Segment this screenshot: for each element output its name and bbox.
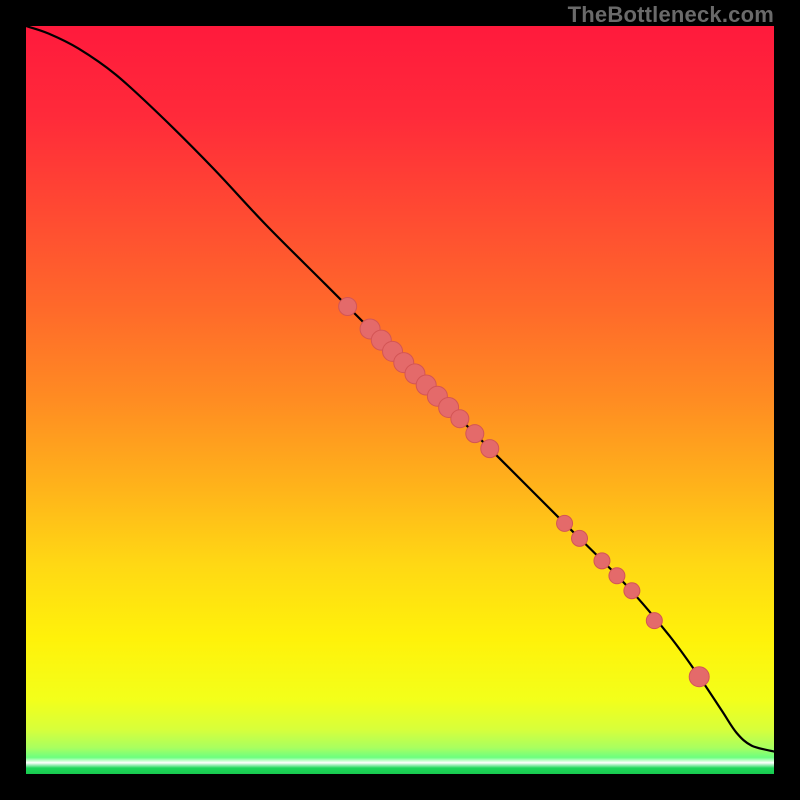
plot-svg bbox=[26, 26, 774, 774]
data-point bbox=[451, 410, 469, 428]
data-point bbox=[557, 515, 573, 531]
data-point bbox=[624, 583, 640, 599]
gradient-background bbox=[26, 26, 774, 774]
plot-area bbox=[26, 26, 774, 774]
watermark-label: TheBottleneck.com bbox=[568, 2, 774, 28]
chart-stage: TheBottleneck.com bbox=[0, 0, 800, 800]
data-point bbox=[466, 425, 484, 443]
data-point bbox=[609, 568, 625, 584]
data-point bbox=[646, 613, 662, 629]
data-point bbox=[594, 553, 610, 569]
data-point bbox=[339, 298, 357, 316]
data-point bbox=[481, 440, 499, 458]
data-point bbox=[572, 530, 588, 546]
data-point bbox=[689, 667, 709, 687]
